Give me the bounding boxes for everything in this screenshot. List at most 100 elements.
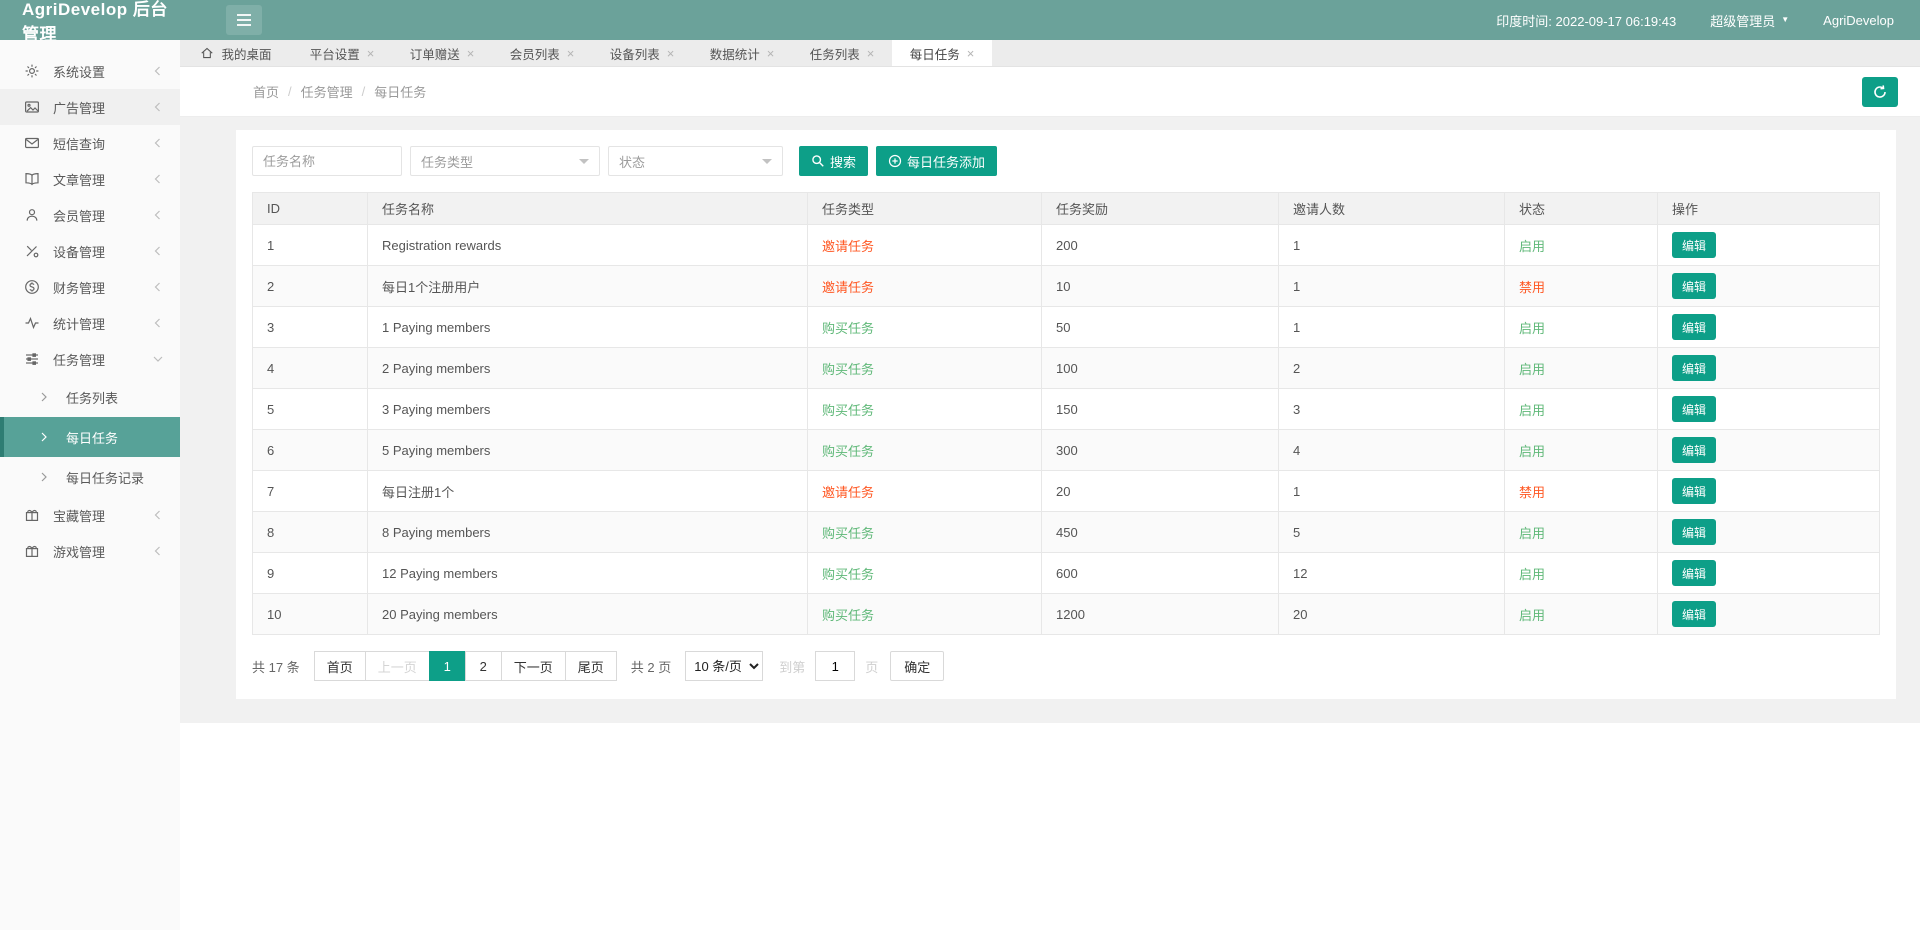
page-number-button[interactable]: 1 bbox=[428, 651, 466, 681]
tab-order-gift[interactable]: 订单赠送 × bbox=[392, 40, 492, 66]
sidebar-item-sms[interactable]: 短信查询 bbox=[0, 125, 180, 161]
task-type-select[interactable]: 任务类型 bbox=[410, 146, 600, 176]
edit-button[interactable]: 编辑 bbox=[1672, 519, 1716, 545]
task-name-input[interactable] bbox=[252, 146, 402, 176]
tab-daily-task[interactable]: 每日任务 × bbox=[892, 40, 992, 66]
task-type-text: 购买任务 bbox=[822, 402, 875, 418]
tab-data-stats[interactable]: 数据统计 × bbox=[692, 40, 792, 66]
sidebar-subitem-label: 每日任务记录 bbox=[66, 470, 145, 486]
tab-member-list[interactable]: 会员列表 × bbox=[492, 40, 592, 66]
sidebar-subitem-daily-task-log[interactable]: 每日任务记录 bbox=[0, 457, 180, 497]
app-title: AgriDevelop 后台管理 bbox=[22, 0, 168, 44]
sidebar-subitem-task-list[interactable]: 任务列表 bbox=[0, 377, 180, 417]
close-icon[interactable]: × bbox=[867, 47, 875, 60]
chevron-left-icon bbox=[150, 63, 166, 79]
prev-page-button[interactable]: 上一页 bbox=[364, 651, 430, 681]
refresh-button[interactable] bbox=[1862, 76, 1898, 107]
sidebar-item-games[interactable]: 游戏管理 bbox=[0, 533, 180, 569]
user-role-dropdown[interactable]: 超级管理员 ▼ bbox=[1710, 11, 1789, 30]
next-page-button[interactable]: 下一页 bbox=[500, 651, 566, 681]
cell-actions: 编辑 bbox=[1657, 388, 1880, 430]
search-icon bbox=[811, 154, 825, 168]
cell-reward: 100 bbox=[1041, 347, 1279, 389]
sidebar-item-members[interactable]: 会员管理 bbox=[0, 197, 180, 233]
cell-task-name: 5 Paying members bbox=[367, 429, 808, 471]
status-text: 启用 bbox=[1519, 402, 1546, 418]
last-page-button[interactable]: 尾页 bbox=[564, 651, 617, 681]
breadcrumb-section[interactable]: 任务管理 bbox=[301, 82, 353, 101]
search-button[interactable]: 搜索 bbox=[799, 146, 869, 176]
close-icon[interactable]: × bbox=[367, 47, 375, 60]
cell-actions: 编辑 bbox=[1657, 593, 1880, 635]
sidebar-item-devices[interactable]: 设备管理 bbox=[0, 233, 180, 269]
table-body: 1 Registration rewards 邀请任务 200 1 启用 编辑 2 每日1个注册… bbox=[252, 224, 1880, 635]
tools-icon bbox=[24, 243, 40, 259]
tab-task-list[interactable]: 任务列表 × bbox=[792, 40, 892, 66]
brand-name: AgriDevelop bbox=[1823, 12, 1894, 28]
cell-reward: 200 bbox=[1041, 224, 1279, 266]
status-text: 启用 bbox=[1519, 361, 1546, 377]
sidebar-item-system[interactable]: 系统设置 bbox=[0, 53, 180, 89]
edit-button[interactable]: 编辑 bbox=[1672, 232, 1716, 258]
breadcrumb-home[interactable]: 首页 bbox=[253, 82, 279, 101]
edit-button[interactable]: 编辑 bbox=[1672, 560, 1716, 586]
tab-platform-settings[interactable]: 平台设置 × bbox=[292, 40, 392, 66]
add-daily-task-button[interactable]: 每日任务添加 bbox=[876, 146, 998, 176]
cell-status: 启用 bbox=[1504, 388, 1658, 430]
cell-reward: 1200 bbox=[1041, 593, 1279, 635]
edit-button[interactable]: 编辑 bbox=[1672, 478, 1716, 504]
cell-invites: 1 bbox=[1278, 224, 1505, 266]
close-icon[interactable]: × bbox=[467, 47, 475, 60]
edit-button[interactable]: 编辑 bbox=[1672, 314, 1716, 340]
tab-bar: 我的桌面 平台设置 × 订单赠送 × 会员列表 × 设备列表 × 数据统计 × 任务列表 × 每日任务 × bbox=[180, 40, 1920, 67]
sidebar-item-stats[interactable]: 统计管理 bbox=[0, 305, 180, 341]
edit-button[interactable]: 编辑 bbox=[1672, 437, 1716, 463]
cell-reward: 600 bbox=[1041, 552, 1279, 594]
close-icon[interactable]: × bbox=[567, 47, 575, 60]
tab-label: 订单赠送 bbox=[409, 47, 460, 62]
cell-task-name: 每日注册1个 bbox=[367, 470, 808, 512]
tab-device-list[interactable]: 设备列表 × bbox=[592, 40, 692, 66]
first-page-button[interactable]: 首页 bbox=[313, 651, 366, 681]
user-role-label: 超级管理员 bbox=[1710, 13, 1776, 29]
cell-reward: 150 bbox=[1041, 388, 1279, 430]
task-type-text: 购买任务 bbox=[822, 443, 875, 459]
status-text: 禁用 bbox=[1519, 484, 1546, 500]
edit-button[interactable]: 编辑 bbox=[1672, 396, 1716, 422]
per-page-select[interactable]: 10 条/页 bbox=[685, 651, 764, 681]
sidebar-item-treasure[interactable]: 宝藏管理 bbox=[0, 497, 180, 533]
status-text: 启用 bbox=[1519, 525, 1546, 541]
cell-task-type: 购买任务 bbox=[807, 388, 1042, 430]
gift-icon bbox=[24, 543, 40, 559]
sidebar-item-tasks[interactable]: 任务管理 bbox=[0, 341, 180, 377]
sidebar-item-ads[interactable]: 广告管理 bbox=[0, 89, 180, 125]
sidebar-item-label: 任务管理 bbox=[53, 352, 106, 368]
cell-task-name: 1 Paying members bbox=[367, 306, 808, 348]
refresh-icon bbox=[1872, 84, 1888, 100]
cell-id: 8 bbox=[252, 511, 368, 553]
edit-button[interactable]: 编辑 bbox=[1672, 273, 1716, 299]
confirm-button[interactable]: 确定 bbox=[890, 651, 945, 681]
page-number-button[interactable]: 2 bbox=[464, 651, 502, 681]
mail-icon bbox=[24, 135, 40, 151]
edit-button[interactable]: 编辑 bbox=[1672, 355, 1716, 381]
total-count-label: 共 17 条 bbox=[252, 659, 300, 675]
status-text: 启用 bbox=[1519, 566, 1546, 582]
tab-desktop[interactable]: 我的桌面 bbox=[180, 40, 292, 66]
sidebar-subitem-daily-task[interactable]: 每日任务 bbox=[0, 417, 180, 457]
close-icon[interactable]: × bbox=[767, 47, 775, 60]
task-type-select-value: 任务类型 bbox=[421, 154, 474, 170]
close-icon[interactable]: × bbox=[667, 47, 675, 60]
sidebar-toggle-button[interactable] bbox=[226, 5, 262, 35]
edit-button[interactable]: 编辑 bbox=[1672, 601, 1716, 627]
cell-reward: 10 bbox=[1041, 265, 1279, 307]
cell-task-type: 购买任务 bbox=[807, 593, 1042, 635]
sidebar-item-finance[interactable]: 财务管理 bbox=[0, 269, 180, 305]
tab-label: 平台设置 bbox=[309, 47, 360, 62]
table-row: 31 Paying members 购买任务 50 1 启用 编辑 bbox=[252, 306, 1880, 348]
close-icon[interactable]: × bbox=[967, 47, 975, 60]
goto-page-input[interactable] bbox=[815, 651, 856, 681]
status-text: 禁用 bbox=[1519, 279, 1546, 295]
sidebar-item-articles[interactable]: 文章管理 bbox=[0, 161, 180, 197]
status-select[interactable]: 状态 bbox=[608, 146, 783, 176]
